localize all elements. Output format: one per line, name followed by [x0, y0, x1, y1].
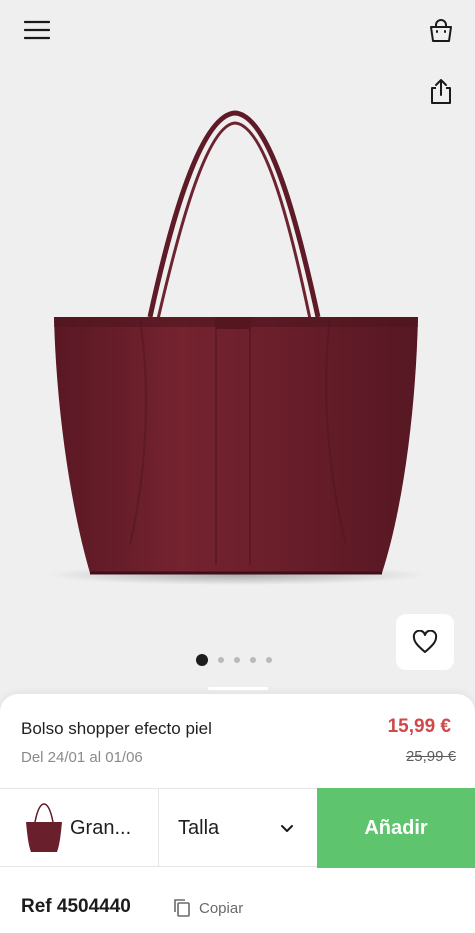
chevron-down-icon — [281, 825, 293, 832]
promotion-dates: Del 24/01 al 01/06 — [21, 749, 143, 766]
color-selector[interactable]: Gran... — [0, 789, 159, 867]
copy-icon — [174, 899, 190, 917]
current-price: 15,99 € — [387, 716, 451, 737]
sheet-drag-handle[interactable] — [208, 687, 268, 690]
share-icon[interactable] — [424, 74, 458, 108]
original-price: 25,99 € — [405, 748, 456, 765]
product-reference: Ref 4504440 — [21, 896, 131, 917]
color-thumbnail — [26, 803, 62, 852]
product-gallery[interactable] — [0, 0, 475, 700]
gallery-pagination[interactable] — [196, 653, 272, 667]
size-label: Talla — [178, 816, 220, 839]
favorite-button[interactable] — [396, 614, 454, 670]
product-image[interactable] — [30, 105, 445, 595]
pagination-dot-active[interactable] — [196, 654, 208, 666]
top-bar — [0, 0, 475, 60]
copy-label: Copiar — [199, 899, 244, 917]
add-to-cart-button[interactable]: Añadir — [317, 788, 475, 868]
hamburger-menu-icon[interactable] — [20, 14, 54, 46]
heart-outline-icon — [412, 630, 438, 653]
pagination-dot[interactable] — [250, 657, 256, 663]
pagination-dot[interactable] — [234, 657, 240, 663]
color-label: Gran... — [70, 816, 132, 839]
size-selector[interactable]: Talla — [159, 789, 317, 867]
pagination-dot[interactable] — [266, 657, 272, 663]
copy-reference-button[interactable]: Copiar — [173, 898, 243, 918]
shopping-bag-icon[interactable] — [424, 14, 458, 48]
purchase-actions-bar: Gran... Talla Añadir — [0, 788, 475, 868]
tote-bag-illustration — [47, 110, 427, 585]
product-title: Bolso shopper efecto piel — [21, 719, 212, 738]
pagination-dot[interactable] — [218, 657, 224, 663]
